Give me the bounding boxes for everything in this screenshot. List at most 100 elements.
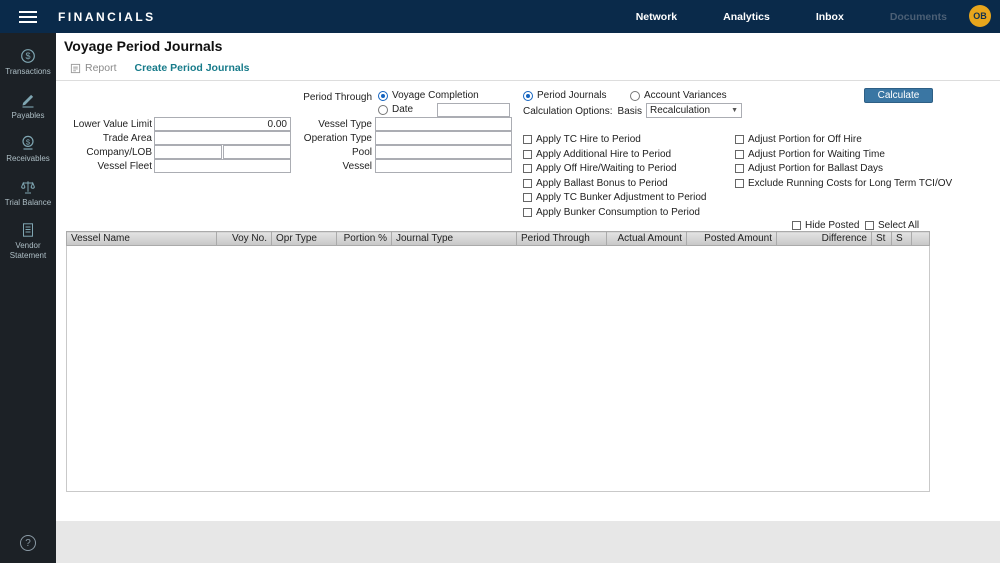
col-journal-type[interactable]: Journal Type: [392, 232, 517, 246]
sidebar: $ Transactions Payables $ Receivables: [0, 33, 56, 563]
lower-value-limit-label: Lower Value Limit: [60, 119, 152, 131]
vessel-fleet-input[interactable]: [154, 159, 291, 173]
radio-dot: [630, 91, 640, 101]
operation-type-label: Operation Type: [282, 133, 372, 145]
results-grid-header: Vessel Name Voy No. Opr Type Portion % J…: [66, 231, 930, 246]
nav-network[interactable]: Network: [636, 11, 677, 23]
top-navigation: Network Analytics Inbox Documents: [636, 0, 947, 33]
date-input[interactable]: [437, 103, 510, 117]
checkbox-label: Apply TC Hire to Period: [536, 134, 641, 145]
hamburger-bars: [19, 8, 37, 26]
checkbox-adjust-portion-ballast-days[interactable]: Adjust Portion for Ballast Days: [735, 163, 883, 174]
checkbox-box: [735, 164, 744, 173]
help-icon[interactable]: ?: [20, 535, 36, 551]
col-opr-type[interactable]: Opr Type: [272, 232, 337, 246]
radio-label: Account Variances: [644, 90, 727, 101]
col-vessel-name[interactable]: Vessel Name: [67, 232, 217, 246]
col-portion-pct[interactable]: Portion %: [337, 232, 392, 246]
pool-input[interactable]: [375, 145, 512, 159]
basis-label: Basis: [614, 106, 642, 118]
checkbox-label: Adjust Portion for Waiting Time: [748, 149, 885, 160]
checkbox-select-all[interactable]: Select All: [865, 220, 919, 231]
checkbox-apply-tc-hire[interactable]: Apply TC Hire to Period: [523, 134, 641, 145]
checkbox-label: Apply Bunker Consumption to Period: [536, 207, 700, 218]
checkbox-adjust-portion-waiting-time[interactable]: Adjust Portion for Waiting Time: [735, 149, 885, 160]
col-posted-amount[interactable]: Posted Amount: [687, 232, 777, 246]
grid-header-row: Vessel Name Voy No. Opr Type Portion % J…: [67, 232, 930, 246]
pencil-icon: [20, 92, 36, 108]
checkbox-box: [735, 135, 744, 144]
col-difference[interactable]: Difference: [777, 232, 872, 246]
checkbox-box: [523, 150, 532, 159]
tab-create-period-journals[interactable]: Create Period Journals: [135, 62, 250, 74]
checkbox-box: [523, 164, 532, 173]
sidebar-item-payables[interactable]: Payables: [0, 77, 56, 121]
checkbox-adjust-portion-off-hire[interactable]: Adjust Portion for Off Hire: [735, 134, 862, 145]
checkbox-box: [523, 208, 532, 217]
nav-inbox[interactable]: Inbox: [816, 11, 844, 23]
sidebar-item-trial-balance[interactable]: Trial Balance: [0, 164, 56, 208]
operation-type-input[interactable]: [375, 131, 512, 145]
radio-period-journals[interactable]: Period Journals: [523, 90, 606, 101]
checkbox-hide-posted[interactable]: Hide Posted: [792, 220, 859, 231]
sidebar-item-label: Receivables: [6, 154, 50, 164]
trade-area-input[interactable]: [154, 131, 291, 145]
basis-dropdown[interactable]: Recalculation ▼: [646, 103, 742, 118]
col-filler: [912, 232, 930, 246]
sidebar-item-receivables[interactable]: $ Receivables: [0, 120, 56, 164]
company-lob-label: Company/LOB: [60, 147, 152, 159]
calculation-options-label: Calculation Options:: [523, 106, 618, 118]
dollar-receive-icon: $: [20, 135, 36, 151]
sidebar-item-label: Payables: [12, 111, 45, 121]
calculate-button[interactable]: Calculate: [864, 88, 933, 103]
checkbox-label: Apply Ballast Bonus to Period: [536, 178, 668, 189]
checkbox-exclude-running-costs[interactable]: Exclude Running Costs for Long Term TCI/…: [735, 178, 952, 189]
radio-voyage-completion[interactable]: Voyage Completion: [378, 90, 479, 101]
checkbox-box: [735, 179, 744, 188]
chevron-down-icon: ▼: [731, 107, 738, 114]
checkbox-label: Select All: [878, 220, 919, 231]
checkbox-apply-off-hire-waiting[interactable]: Apply Off Hire/Waiting to Period: [523, 163, 677, 174]
company-input[interactable]: [154, 145, 222, 159]
checkbox-box: [523, 179, 532, 188]
lob-input[interactable]: [223, 145, 291, 159]
checkbox-apply-additional-hire[interactable]: Apply Additional Hire to Period: [523, 149, 671, 160]
col-s[interactable]: S: [892, 232, 912, 246]
radio-label: Date: [392, 104, 413, 115]
checkbox-apply-bunker-consumption[interactable]: Apply Bunker Consumption to Period: [523, 207, 700, 218]
col-st[interactable]: St: [872, 232, 892, 246]
radio-date[interactable]: Date: [378, 104, 413, 115]
lower-value-limit-input[interactable]: [154, 117, 291, 131]
report-icon: [70, 63, 81, 74]
nav-documents: Documents: [890, 11, 947, 23]
basis-value: Recalculation: [650, 105, 710, 116]
scale-icon: [20, 179, 36, 195]
vessel-label: Vessel: [282, 161, 372, 173]
col-actual-amount[interactable]: Actual Amount: [607, 232, 687, 246]
radio-label: Voyage Completion: [392, 90, 479, 101]
checkbox-box: [865, 221, 874, 230]
trade-area-label: Trade Area: [60, 133, 152, 145]
user-avatar[interactable]: OB: [969, 5, 991, 27]
period-through-label: Period Through: [282, 92, 372, 104]
nav-analytics[interactable]: Analytics: [723, 11, 770, 23]
vessel-type-input[interactable]: [375, 117, 512, 131]
col-period-through[interactable]: Period Through: [517, 232, 607, 246]
sidebar-item-vendor-statement[interactable]: Vendor Statement: [0, 207, 56, 260]
vessel-input[interactable]: [375, 159, 512, 173]
col-voy-no[interactable]: Voy No.: [217, 232, 272, 246]
checkbox-label: Apply TC Bunker Adjustment to Period: [536, 192, 706, 203]
radio-account-variances[interactable]: Account Variances: [630, 90, 727, 101]
statement-document-icon: [20, 222, 36, 238]
page-title: Voyage Period Journals: [64, 38, 222, 54]
sidebar-item-transactions[interactable]: $ Transactions: [0, 33, 56, 77]
tab-bar: Report Create Period Journals: [70, 62, 249, 74]
results-grid: Vessel Name Voy No. Opr Type Portion % J…: [66, 231, 930, 492]
radio-dot: [523, 91, 533, 101]
checkbox-apply-tc-bunker-adjustment[interactable]: Apply TC Bunker Adjustment to Period: [523, 192, 706, 203]
radio-dot: [378, 91, 388, 101]
dollar-icon: $: [20, 48, 36, 64]
checkbox-apply-ballast-bonus[interactable]: Apply Ballast Bonus to Period: [523, 178, 668, 189]
tab-report[interactable]: Report: [70, 62, 117, 74]
menu-icon[interactable]: [0, 0, 56, 33]
